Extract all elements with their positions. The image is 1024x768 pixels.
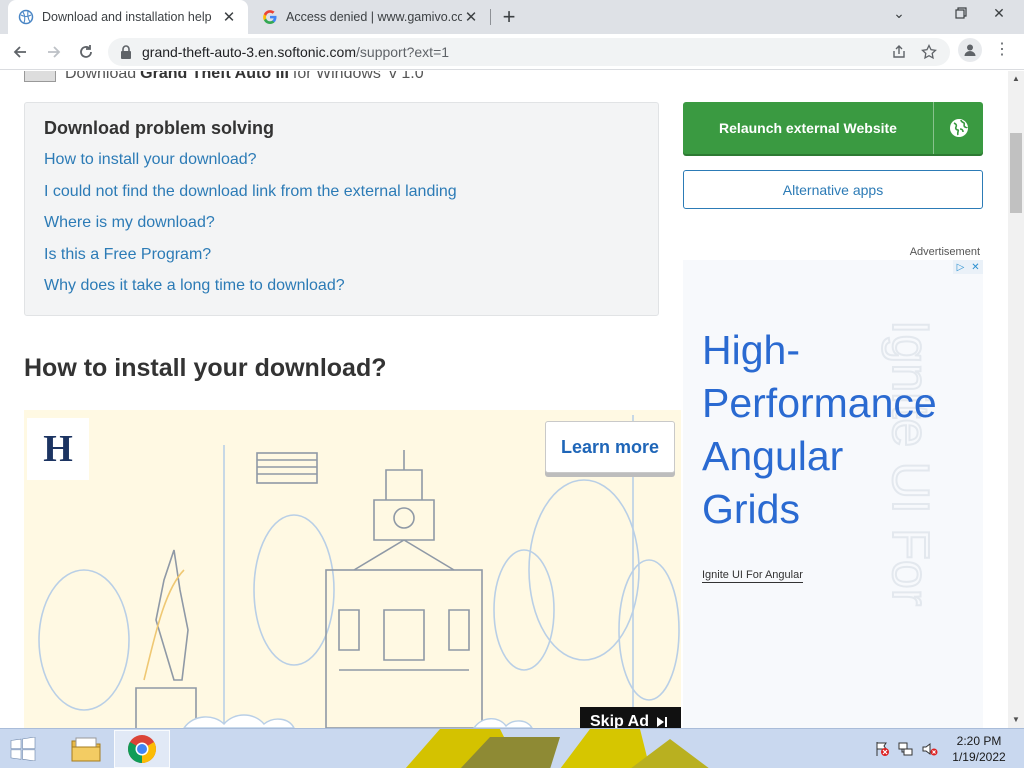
browser-toolbar: grand-theft-auto-3.en.softonic.com/suppo… [0, 34, 1024, 70]
close-window-button[interactable]: ✕ [982, 0, 1016, 26]
breadcrumb: Download Grand Theft Auto III for Window… [24, 71, 424, 83]
back-arrow-icon [13, 46, 26, 58]
ad-headline-line: Grids [702, 486, 800, 532]
scroll-up-arrow[interactable]: ▲ [1011, 74, 1021, 84]
skip-next-icon [656, 717, 667, 727]
learn-more-button[interactable]: Learn more [545, 421, 675, 473]
tab-divider [490, 9, 491, 25]
close-ad-icon[interactable]: ✕ [968, 260, 983, 274]
section-title: How to install your download? [24, 354, 387, 382]
close-tab-icon[interactable]: ✕ [462, 8, 480, 26]
address-bar[interactable]: grand-theft-auto-3.en.softonic.com/suppo… [108, 38, 950, 66]
restore-icon [955, 7, 967, 19]
restore-window-button[interactable] [944, 0, 978, 26]
globe-icon [934, 118, 983, 138]
relaunch-label: Relaunch external Website [719, 120, 897, 136]
tab-gamivo[interactable]: Access denied | www.gamivo.com ✕ [252, 0, 490, 34]
chrome-icon [128, 735, 156, 763]
breadcrumb-prefix: Download [65, 71, 137, 82]
reload-button[interactable] [72, 38, 100, 66]
ad-choices-badge[interactable]: ▷ ✕ [953, 260, 983, 274]
panel-title: Download problem solving [44, 118, 275, 138]
scroll-down-arrow[interactable]: ▼ [1011, 715, 1021, 725]
windows-taskbar: 2:20 PM 1/19/2022 [0, 728, 1024, 768]
download-problem-solving-panel: Download problem solving How to install … [24, 102, 659, 316]
forward-button[interactable] [40, 38, 68, 66]
breadcrumb-suffix: for Windows [292, 71, 381, 82]
game-thumbnail-icon [24, 71, 56, 82]
windows-logo-icon [10, 737, 36, 761]
close-tab-icon[interactable]: ✕ [220, 8, 238, 26]
breadcrumb-program[interactable]: Grand Theft Auto III [140, 71, 289, 83]
skip-ad-button[interactable]: Skip Ad [580, 707, 681, 728]
url-path: /support?ext=1 [356, 44, 450, 60]
breadcrumb-version: v 1.0 [388, 71, 424, 82]
tab-search-icon[interactable]: ⌄ [882, 0, 916, 26]
back-button[interactable] [6, 38, 34, 66]
scroll-thumb[interactable] [1010, 133, 1022, 213]
link-long-download[interactable]: Why does it take a long time to download… [44, 277, 345, 295]
clock-date: 1/19/2022 [952, 750, 1006, 764]
adchoices-icon[interactable]: ▷ [953, 260, 968, 274]
browser-titlebar: Download and installation help ✕ Access … [0, 0, 1024, 34]
taskbar-wallpaper-decoration [405, 729, 709, 768]
ad-headline-line: Angular [702, 433, 844, 479]
softonic-globe-icon [18, 9, 34, 25]
url-host: grand-theft-auto-3.en.softonic.com [142, 44, 357, 60]
forward-arrow-icon [48, 46, 61, 58]
link-how-to-install[interactable]: How to install your download? [44, 151, 257, 169]
link-download-link-not-found[interactable]: I could not find the download link from … [44, 183, 457, 201]
lock-icon [121, 45, 131, 59]
menu-kebab-icon[interactable]: ⋮ [994, 40, 1010, 60]
clock-time: 2:20 PM [956, 734, 1002, 748]
page-viewport: Download Grand Theft Auto III for Window… [0, 71, 1008, 728]
share-icon[interactable] [890, 43, 908, 61]
start-button[interactable] [6, 735, 40, 763]
folder-icon [71, 737, 101, 762]
new-tab-button[interactable]: + [496, 4, 522, 30]
taskbar-chrome[interactable] [114, 730, 170, 768]
link-where-is-download[interactable]: Where is my download? [44, 214, 215, 232]
ad-cta-link[interactable]: Ignite UI For Angular [702, 569, 803, 583]
alternative-apps-button[interactable]: Alternative apps [683, 170, 983, 209]
link-free-program[interactable]: Is this a Free Program? [44, 246, 211, 264]
person-icon [964, 44, 976, 56]
history-logo: H [27, 418, 89, 480]
page-scrollbar[interactable]: ▲ ▼ [1008, 71, 1024, 728]
google-g-icon [263, 10, 277, 25]
tab-download-help[interactable]: Download and installation help ✕ [8, 0, 248, 34]
tab-title: Download and installation help [42, 10, 212, 24]
video-advertisement[interactable]: H Learn more Skip Ad [24, 410, 681, 728]
taskbar-file-explorer[interactable] [58, 730, 114, 768]
volume-muted-icon[interactable] [922, 741, 938, 757]
tab-title: Access denied | www.gamivo.com [286, 10, 462, 24]
system-clock[interactable]: 2:20 PM 1/19/2022 [946, 733, 1012, 765]
relaunch-website-button[interactable]: Relaunch external Website [683, 102, 983, 154]
ad-headline-line: High- [702, 327, 800, 373]
skip-ad-label: Skip Ad [590, 713, 649, 728]
reload-icon [80, 45, 92, 58]
profile-avatar[interactable] [958, 38, 982, 62]
ad-headline-line: Performance [702, 380, 937, 426]
bookmark-star-icon[interactable] [920, 43, 938, 61]
ad-headline: High- Performance Angular Grids [702, 324, 937, 536]
sidebar-advertisement[interactable]: ▷ ✕ Ignite UI For High- Performance Angu… [683, 260, 983, 728]
advertisement-label: Advertisement [909, 246, 980, 258]
network-icon[interactable] [898, 741, 914, 757]
action-center-flag-icon[interactable] [874, 741, 890, 757]
